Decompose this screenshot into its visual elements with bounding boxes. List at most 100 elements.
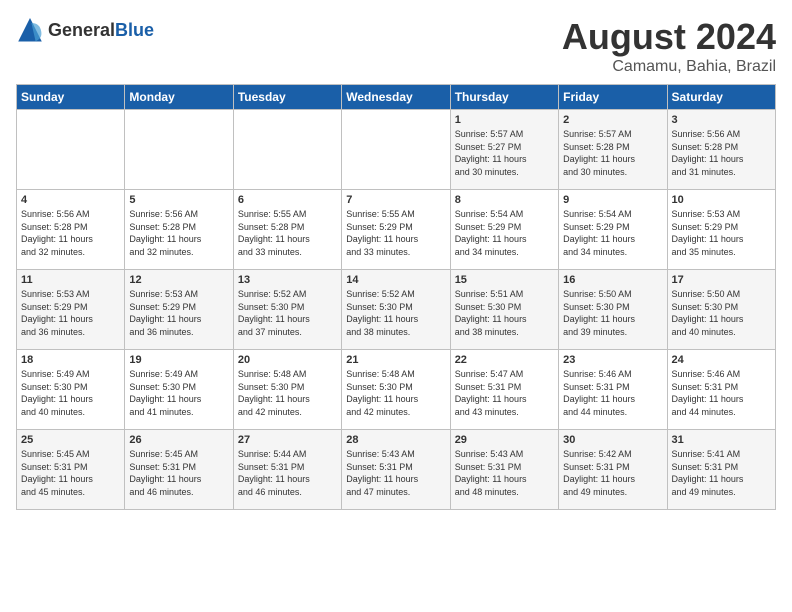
day-info: Sunrise: 5:45 AM Sunset: 5:31 PM Dayligh… [21,448,120,498]
calendar-cell: 20 Sunrise: 5:48 AM Sunset: 5:30 PM Dayli… [233,350,341,430]
day-info: Sunrise: 5:53 AM Sunset: 5:29 PM Dayligh… [129,288,228,338]
day-number: 1 [455,114,554,126]
logo-blue: Blue [115,20,154,40]
calendar-week-0: 1 Sunrise: 5:57 AM Sunset: 5:27 PM Daylig… [17,110,776,190]
day-number: 11 [21,274,120,286]
calendar-cell: 29 Sunrise: 5:43 AM Sunset: 5:31 PM Dayli… [450,430,558,510]
calendar-week-2: 11 Sunrise: 5:53 AM Sunset: 5:29 PM Dayli… [17,270,776,350]
calendar-cell: 16 Sunrise: 5:50 AM Sunset: 5:30 PM Dayli… [559,270,667,350]
day-info: Sunrise: 5:47 AM Sunset: 5:31 PM Dayligh… [455,368,554,418]
day-number: 24 [672,354,771,366]
day-number: 16 [563,274,662,286]
calendar-week-1: 4 Sunrise: 5:56 AM Sunset: 5:28 PM Daylig… [17,190,776,270]
day-number: 4 [21,194,120,206]
calendar-cell: 14 Sunrise: 5:52 AM Sunset: 5:30 PM Dayli… [342,270,450,350]
day-info: Sunrise: 5:53 AM Sunset: 5:29 PM Dayligh… [21,288,120,338]
calendar-cell: 21Sunrise: 5:48 AM Sunset: 5:30 PM Dayli… [342,350,450,430]
day-info: Sunrise: 5:48 AM Sunset: 5:30 PM Dayligh… [238,368,337,418]
calendar-cell: 6 Sunrise: 5:55 AM Sunset: 5:28 PM Daylig… [233,190,341,270]
day-info: Sunrise: 5:54 AM Sunset: 5:29 PM Dayligh… [455,208,554,258]
page-header: GeneralBlue August 2024 Camamu, Bahia, B… [16,16,776,76]
day-info: Sunrise: 5:52 AM Sunset: 5:30 PM Dayligh… [238,288,337,338]
day-info: Sunrise: 5:56 AM Sunset: 5:28 PM Dayligh… [129,208,228,258]
calendar-cell: 30Sunrise: 5:42 AM Sunset: 5:31 PM Dayli… [559,430,667,510]
day-number: 20 [238,354,337,366]
header-monday: Monday [125,85,233,110]
day-info: Sunrise: 5:50 AM Sunset: 5:30 PM Dayligh… [672,288,771,338]
calendar-cell [233,110,341,190]
day-info: Sunrise: 5:46 AM Sunset: 5:31 PM Dayligh… [563,368,662,418]
calendar-cell: 12 Sunrise: 5:53 AM Sunset: 5:29 PM Dayli… [125,270,233,350]
calendar-cell: 19Sunrise: 5:49 AM Sunset: 5:30 PM Dayli… [125,350,233,430]
calendar-cell: 7 Sunrise: 5:55 AM Sunset: 5:29 PM Daylig… [342,190,450,270]
calendar-cell: 8 Sunrise: 5:54 AM Sunset: 5:29 PM Daylig… [450,190,558,270]
day-number: 31 [672,434,771,446]
calendar-cell: 11 Sunrise: 5:53 AM Sunset: 5:29 PM Dayli… [17,270,125,350]
calendar-cell: 24 Sunrise: 5:46 AM Sunset: 5:31 PM Dayli… [667,350,775,430]
calendar-cell: 13 Sunrise: 5:52 AM Sunset: 5:30 PM Dayli… [233,270,341,350]
day-number: 7 [346,194,445,206]
day-number: 28 [346,434,445,446]
day-number: 12 [129,274,228,286]
day-info: Sunrise: 5:46 AM Sunset: 5:31 PM Dayligh… [672,368,771,418]
day-number: 14 [346,274,445,286]
day-number: 9 [563,194,662,206]
calendar-cell: 9 Sunrise: 5:54 AM Sunset: 5:29 PM Daylig… [559,190,667,270]
calendar-cell: 25Sunrise: 5:45 AM Sunset: 5:31 PM Dayli… [17,430,125,510]
day-info: Sunrise: 5:42 AM Sunset: 5:31 PM Dayligh… [563,448,662,498]
day-number: 2 [563,114,662,126]
day-number: 22 [455,354,554,366]
header-friday: Friday [559,85,667,110]
calendar-cell: 26 Sunrise: 5:45 AM Sunset: 5:31 PM Dayli… [125,430,233,510]
day-info: Sunrise: 5:53 AM Sunset: 5:29 PM Dayligh… [672,208,771,258]
header-tuesday: Tuesday [233,85,341,110]
day-info: Sunrise: 5:54 AM Sunset: 5:29 PM Dayligh… [563,208,662,258]
calendar-table: Sunday Monday Tuesday Wednesday Thursday… [16,84,776,510]
day-number: 21 [346,354,445,366]
calendar-cell: 17 Sunrise: 5:50 AM Sunset: 5:30 PM Dayli… [667,270,775,350]
title-block: August 2024 Camamu, Bahia, Brazil [562,16,776,76]
header-thursday: Thursday [450,85,558,110]
calendar-cell: 18 Sunrise: 5:49 AM Sunset: 5:30 PM Dayli… [17,350,125,430]
day-info: Sunrise: 5:52 AM Sunset: 5:30 PM Dayligh… [346,288,445,338]
day-number: 19 [129,354,228,366]
day-info: Sunrise: 5:49 AM Sunset: 5:30 PM Dayligh… [21,368,120,418]
calendar-subtitle: Camamu, Bahia, Brazil [562,58,776,76]
day-number: 6 [238,194,337,206]
day-info: Sunrise: 5:45 AM Sunset: 5:31 PM Dayligh… [129,448,228,498]
day-info: Sunrise: 5:43 AM Sunset: 5:31 PM Dayligh… [346,448,445,498]
calendar-cell: 22 Sunrise: 5:47 AM Sunset: 5:31 PM Dayli… [450,350,558,430]
day-info: Sunrise: 5:51 AM Sunset: 5:30 PM Dayligh… [455,288,554,338]
day-info: Sunrise: 5:43 AM Sunset: 5:31 PM Dayligh… [455,448,554,498]
day-info: Sunrise: 5:50 AM Sunset: 5:30 PM Dayligh… [563,288,662,338]
calendar-cell: 10 Sunrise: 5:53 AM Sunset: 5:29 PM Dayli… [667,190,775,270]
day-info: Sunrise: 5:55 AM Sunset: 5:28 PM Dayligh… [238,208,337,258]
day-number: 17 [672,274,771,286]
calendar-cell: 5 Sunrise: 5:56 AM Sunset: 5:28 PM Daylig… [125,190,233,270]
day-number: 8 [455,194,554,206]
calendar-cell [342,110,450,190]
day-info: Sunrise: 5:55 AM Sunset: 5:29 PM Dayligh… [346,208,445,258]
day-number: 13 [238,274,337,286]
calendar-cell: 31Sunrise: 5:41 AM Sunset: 5:31 PM Dayli… [667,430,775,510]
day-number: 23 [563,354,662,366]
day-info: Sunrise: 5:57 AM Sunset: 5:28 PM Dayligh… [563,128,662,178]
calendar-week-4: 25Sunrise: 5:45 AM Sunset: 5:31 PM Dayli… [17,430,776,510]
day-number: 5 [129,194,228,206]
header-row: Sunday Monday Tuesday Wednesday Thursday… [17,85,776,110]
logo-general: General [48,20,115,40]
day-info: Sunrise: 5:57 AM Sunset: 5:27 PM Dayligh… [455,128,554,178]
calendar-body: 1 Sunrise: 5:57 AM Sunset: 5:27 PM Daylig… [17,110,776,510]
day-number: 26 [129,434,228,446]
logo: GeneralBlue [16,16,154,44]
calendar-title: August 2024 [562,16,776,58]
day-number: 18 [21,354,120,366]
logo-icon [16,16,44,44]
day-number: 3 [672,114,771,126]
day-number: 29 [455,434,554,446]
header-sunday: Sunday [17,85,125,110]
calendar-cell: 3Sunrise: 5:56 AM Sunset: 5:28 PM Daylig… [667,110,775,190]
day-number: 10 [672,194,771,206]
calendar-cell: 28 Sunrise: 5:43 AM Sunset: 5:31 PM Dayli… [342,430,450,510]
calendar-week-3: 18 Sunrise: 5:49 AM Sunset: 5:30 PM Dayli… [17,350,776,430]
